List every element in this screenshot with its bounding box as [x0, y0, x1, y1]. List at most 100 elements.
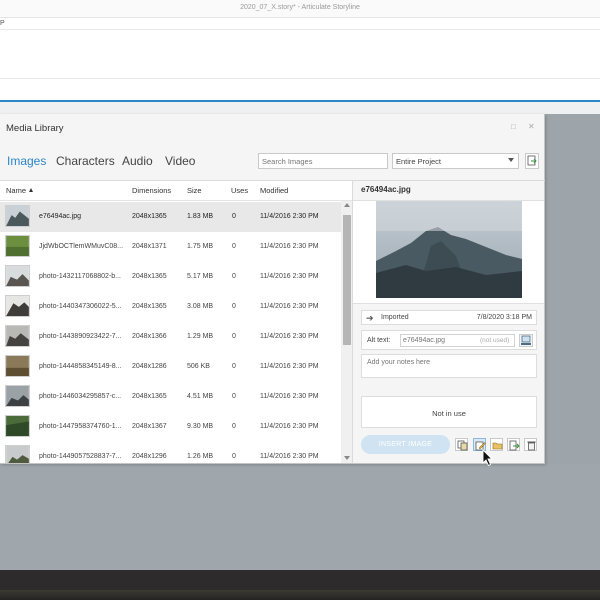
selected-filename: e76494ac.jpg [361, 185, 411, 194]
row-size: 3.08 MB [187, 303, 214, 310]
storyline-window: 2020_07_X.story* - Articulate Storyline … [0, 0, 600, 102]
scope-dropdown-value: Entire Project [396, 157, 442, 166]
row-size: 1.29 MB [187, 333, 214, 340]
row-modified: 11/4/2016 2:30 PM [260, 423, 319, 430]
column-header-size[interactable]: Size [187, 186, 202, 195]
delete-button[interactable] [524, 438, 537, 451]
row-size: 1.26 MB [187, 453, 214, 460]
thumbnail-image [5, 325, 30, 347]
row-name: JjdWbOCTlemWMuvC08... [39, 243, 124, 250]
column-header-dimensions[interactable]: Dimensions [132, 186, 171, 195]
scroll-up-icon[interactable] [344, 203, 350, 207]
scrollbar-thumb[interactable] [343, 215, 351, 345]
row-dimensions: 2048x1366 [132, 333, 167, 340]
sort-ascending-icon [29, 188, 34, 192]
notes-field[interactable] [361, 354, 537, 378]
row-name: photo-1443890923422-7... [39, 333, 122, 340]
row-uses: 0 [232, 273, 236, 280]
row-modified: 11/4/2016 2:30 PM [260, 363, 319, 370]
tab-images[interactable]: Images [7, 154, 46, 168]
copy-button[interactable] [455, 438, 468, 451]
thumbnail-image [5, 205, 30, 227]
row-modified: 11/4/2016 2:30 PM [260, 243, 319, 250]
row-dimensions: 2048x1365 [132, 213, 167, 220]
media-table: Name Dimensions Size Uses Modified e7649… [0, 181, 353, 463]
table-row[interactable]: photo-1446034295857-c... 2048x1365 4.51 … [0, 382, 341, 412]
row-modified: 11/4/2016 2:30 PM [260, 303, 319, 310]
import-status: ➔ Imported 7/8/2020 3:18 PM [361, 310, 537, 325]
row-modified: 11/4/2016 2:30 PM [260, 393, 319, 400]
export-file-button[interactable] [507, 438, 520, 451]
table-scrollbar[interactable] [341, 201, 352, 463]
copy-icon [457, 440, 468, 451]
row-uses: 0 [232, 303, 236, 310]
row-uses: 0 [232, 213, 236, 220]
maximize-icon[interactable]: □ [511, 122, 516, 131]
row-modified: 11/4/2016 2:30 PM [260, 453, 319, 460]
column-header-uses[interactable]: Uses [231, 186, 248, 195]
image-preview [353, 200, 544, 304]
scroll-down-icon[interactable] [344, 456, 350, 460]
table-row[interactable]: JjdWbOCTlemWMuvC08... 2048x1371 1.75 MB … [0, 232, 341, 262]
close-icon[interactable]: ✕ [528, 122, 535, 131]
ribbon-tab-fragment[interactable]: P [0, 20, 5, 27]
row-dimensions: 2048x1365 [132, 303, 167, 310]
table-row[interactable]: photo-1447958374760-1... 2048x1367 9.30 … [0, 412, 341, 442]
row-size: 5.17 MB [187, 273, 214, 280]
row-size: 1.75 MB [187, 243, 214, 250]
preview-image [376, 201, 522, 298]
export-button[interactable] [525, 153, 539, 169]
export-icon [527, 155, 537, 166]
row-uses: 0 [232, 423, 236, 430]
alt-text-hint: (not used) [480, 337, 510, 344]
row-uses: 0 [232, 393, 236, 400]
ribbon [0, 29, 600, 79]
alt-text-button[interactable] [519, 334, 533, 347]
column-header-modified[interactable]: Modified [260, 186, 288, 195]
table-row[interactable]: photo-1440347306022-5... 2048x1365 3.08 … [0, 292, 341, 322]
table-row[interactable]: photo-1444858345149-8... 2048x1286 506 K… [0, 352, 341, 382]
row-name: photo-1440347306022-5... [39, 303, 122, 310]
row-size: 9.30 MB [187, 423, 214, 430]
thumbnail-image [5, 445, 30, 463]
trash-icon [527, 441, 536, 451]
row-modified: 11/4/2016 2:30 PM [260, 333, 319, 340]
tab-characters[interactable]: Characters [56, 154, 115, 168]
chevron-down-icon [508, 158, 514, 162]
table-row[interactable]: photo-1449057528837-7... 2048x1296 1.26 … [0, 442, 341, 463]
row-name: photo-1444858345149-8... [39, 363, 122, 370]
row-name: photo-1432117068802-b... [39, 273, 121, 280]
row-uses: 0 [232, 243, 236, 250]
row-size: 4.51 MB [187, 393, 214, 400]
status-label: Imported [381, 314, 409, 321]
workspace-background-bottom [0, 464, 600, 570]
dialog-title: Media Library [6, 123, 64, 134]
row-dimensions: 2048x1365 [132, 273, 167, 280]
search-input[interactable] [258, 153, 388, 169]
table-row[interactable]: e76494ac.jpg 2048x1365 1.83 MB 0 11/4/20… [0, 202, 341, 232]
thumbnail-image [5, 235, 30, 257]
row-uses: 0 [232, 453, 236, 460]
thumbnail-image [5, 355, 30, 377]
row-dimensions: 2048x1296 [132, 453, 167, 460]
table-row[interactable]: photo-1432117068802-b... 2048x1365 5.17 … [0, 262, 341, 292]
scope-dropdown[interactable]: Entire Project [392, 153, 519, 169]
table-row[interactable]: photo-1443890923422-7... 2048x1366 1.29 … [0, 322, 341, 352]
thumbnail-image [5, 385, 30, 407]
insert-image-button[interactable]: INSERT IMAGE [361, 435, 450, 454]
arrow-right-icon: ➔ [366, 313, 374, 323]
row-uses: 0 [232, 333, 236, 340]
mouse-cursor-icon [482, 449, 494, 467]
export-icon [509, 440, 520, 451]
row-dimensions: 2048x1371 [132, 243, 167, 250]
screen-reader-icon [521, 335, 531, 345]
row-size: 1.83 MB [187, 213, 214, 220]
column-header-name[interactable]: Name [6, 186, 34, 195]
app-titlebar: 2020_07_X.story* - Articulate Storyline [0, 0, 600, 18]
tab-audio[interactable]: Audio [122, 154, 153, 168]
taskbar [0, 570, 600, 600]
row-name: e76494ac.jpg [39, 213, 82, 220]
usage-text: Not in use [432, 409, 466, 418]
media-library-dialog: Media Library □ ✕ Images Characters Audi… [0, 114, 545, 464]
tab-video[interactable]: Video [165, 154, 195, 168]
